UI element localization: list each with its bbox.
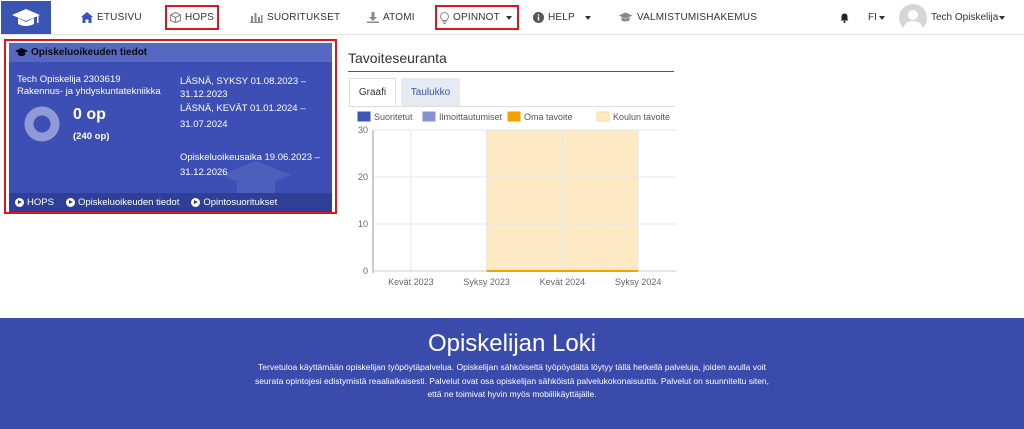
chevron-down-icon (878, 15, 885, 20)
nav-hops[interactable]: HOPS (164, 5, 220, 30)
user-name: Tech Opiskelija (931, 12, 999, 23)
arrow-circle-right-icon (65, 198, 75, 207)
legend-label: Oma tavoite (524, 112, 573, 122)
degree-program: Rakennus- ja yhdyskuntatekniikka (17, 86, 161, 97)
enrollment-period-line: 31.12.2023 (180, 89, 228, 100)
user-silhouette-icon (903, 9, 923, 32)
link-label: Opiskeluoikeuden tiedot (77, 197, 180, 208)
footer-description: Tervetuloa käyttämään opiskelijan työpöy… (212, 361, 812, 402)
link-study-right-details[interactable]: Opiskeluoikeuden tiedot (65, 197, 180, 208)
nav-label: SUORITUKSET (267, 12, 341, 23)
nav-help[interactable]: HELP (533, 0, 591, 35)
y-tick-label: 10 (358, 219, 368, 229)
section-divider (348, 71, 674, 72)
footer-banner: Opiskelijan Loki Tervetuloa käyttämään o… (0, 318, 1024, 429)
nav-atomi[interactable]: ATOMI (367, 0, 415, 35)
footer-line: seurata opintojesi edistymistä reaaliaik… (254, 375, 770, 386)
panel-header: Opiskeluoikeuden tiedot (9, 43, 332, 62)
user-menu[interactable]: Tech Opiskelija (899, 0, 1006, 35)
arrow-circle-right-icon (15, 198, 24, 207)
x-tick-label: Syksy 2024 (615, 277, 662, 287)
panel-footer: HOPS Opiskeluoikeuden tiedot Opintosuori… (9, 193, 332, 212)
legend-label: Ilmoittautumiset (439, 112, 503, 122)
y-tick-label: 20 (358, 172, 368, 182)
legend-swatch (422, 111, 436, 122)
lightbulb-icon (440, 11, 449, 24)
nav-label: ATOMI (383, 12, 415, 23)
x-tick-label: Syksy 2023 (463, 277, 510, 287)
notifications-bell[interactable] (840, 0, 849, 35)
legend-label: Suoritetut (374, 112, 413, 122)
tab-table[interactable]: Taulukko (401, 78, 460, 106)
nav-opinnot[interactable]: OPINNOT (435, 5, 519, 30)
footer-line: Tervetuloa käyttämään opiskelijan työpöy… (258, 362, 766, 372)
app-logo[interactable] (1, 1, 51, 34)
study-right-period: 31.12.2026 (180, 167, 228, 178)
graduation-cap-icon (15, 48, 28, 56)
goal-tracking-title: Tavoiteseuranta (348, 50, 447, 66)
panel-title: Opiskeluoikeuden tiedot (31, 47, 148, 58)
graduation-cap-icon (618, 12, 633, 23)
download-icon (367, 12, 379, 23)
goal-area-bar (486, 130, 525, 271)
bell-icon (840, 13, 849, 23)
enrollment-period-line: 31.07.2024 (180, 119, 228, 130)
nav-label: OPINNOT (453, 12, 500, 23)
study-right-panel: Opiskeluoikeuden tiedot Tech Opiskelija … (4, 39, 337, 214)
study-right-period: Opiskeluoikeusaika 19.06.2023 – (180, 152, 320, 163)
link-label: HOPS (27, 197, 54, 208)
enrollment-period-line: LÄSNÄ, SYKSY 01.08.2023 – (180, 76, 307, 87)
chevron-down-icon (584, 15, 591, 20)
nav-valmistumishakemus[interactable]: VALMISTUMISHAKEMUS (618, 0, 757, 35)
legend-label: Koulun tavoite (613, 112, 670, 122)
avatar (899, 3, 927, 32)
nav-label: VALMISTUMISHAKEMUS (637, 12, 758, 23)
language-selector[interactable]: FI (868, 0, 885, 35)
tab-graph[interactable]: Graafi (349, 78, 396, 106)
credits-earned: 0 op (73, 106, 106, 123)
info-icon (533, 12, 544, 23)
legend-swatch (357, 111, 371, 122)
y-tick-label: 0 (363, 266, 368, 276)
bar-chart-icon (250, 12, 263, 23)
nav-label: HELP (548, 12, 575, 23)
footer-title: Opiskelijan Loki (427, 330, 597, 357)
language-label: FI (868, 12, 877, 23)
credits-donut (24, 106, 60, 142)
nav-etusivu[interactable]: ETUSIVU (81, 0, 142, 35)
enrollment-period-line: LÄSNÄ, KEVÄT 01.01.2024 – (180, 103, 306, 114)
arrow-circle-right-icon (191, 198, 201, 207)
home-icon (81, 12, 93, 23)
footer-line: että ne toimivat hyvin myös mobiilikäytt… (427, 389, 597, 399)
nav-label: ETUSIVU (97, 12, 142, 23)
cube-icon (170, 12, 181, 23)
link-study-records[interactable]: Opintosuoritukset (191, 197, 277, 208)
chevron-down-icon (999, 15, 1006, 20)
tab-underline (349, 106, 674, 107)
goal-area-bar (600, 130, 639, 271)
nav-label: HOPS (185, 12, 215, 23)
y-tick-label: 30 (358, 125, 368, 135)
top-navbar: ETUSIVU HOPS SUORITUKSET ATOMI OPINNOT H… (0, 0, 1024, 35)
legend-swatch (507, 111, 521, 122)
x-tick-label: Kevät 2023 (388, 277, 434, 287)
chevron-down-icon (505, 15, 512, 20)
nav-suoritukset[interactable]: SUORITUKSET (250, 0, 340, 35)
link-label: Opintosuoritukset (203, 197, 278, 208)
link-hops[interactable]: HOPS (15, 197, 54, 208)
legend-swatch (596, 111, 610, 122)
student-name-id: Tech Opiskelija 2303619 (17, 74, 121, 85)
graduation-cap-icon (12, 8, 40, 26)
study-right-card: Opiskeluoikeuden tiedot Tech Opiskelija … (9, 43, 332, 212)
x-tick-label: Kevät 2024 (540, 277, 586, 287)
credits-total: (240 op) (73, 131, 110, 142)
goal-chart: Suoritetut Ilmoittautumiset Oma tavoite Kou… (357, 111, 676, 287)
